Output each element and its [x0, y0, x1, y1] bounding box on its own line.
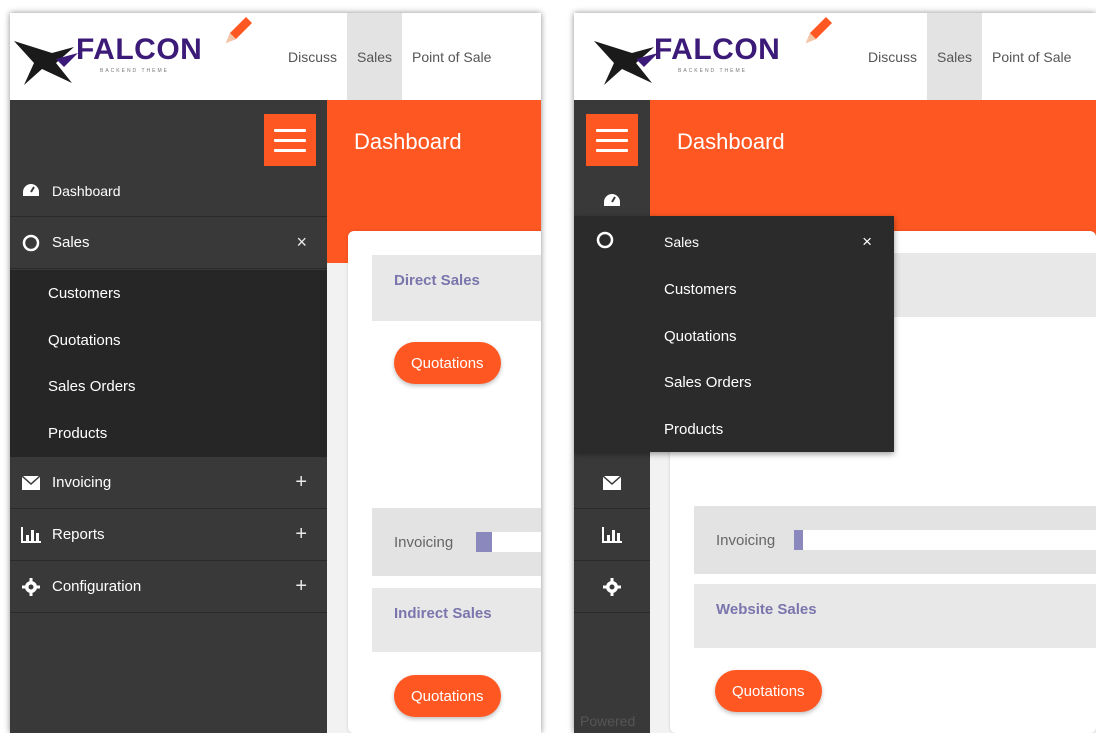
- logo-text: FALCON: [76, 33, 203, 66]
- submenu-item-products[interactable]: Products: [574, 406, 894, 453]
- circle-icon: [596, 231, 614, 253]
- submenu-item-quotations[interactable]: Quotations: [574, 313, 894, 360]
- bar-chart-icon: [601, 526, 623, 544]
- top-bar: FALCON BACKEND THEME Discuss Sales Point…: [10, 13, 541, 100]
- top-nav: Discuss Sales Point of Sale: [278, 13, 501, 100]
- dashboard-icon: [601, 192, 623, 210]
- flyout-title: Sales: [664, 233, 700, 250]
- pencil-icon: [226, 17, 252, 43]
- nav-discuss[interactable]: Discuss: [858, 13, 927, 100]
- nav-discuss[interactable]: Discuss: [278, 13, 347, 100]
- sidebar-item-sales[interactable]: Sales ×: [10, 217, 327, 269]
- hamburger-menu-button[interactable]: [586, 114, 638, 166]
- invoicing-footer: Invoicing: [372, 508, 541, 576]
- top-nav: Discuss Sales Point of Sale: [858, 13, 1081, 100]
- logo-tagline: BACKEND THEME: [678, 68, 747, 74]
- dashboard-card: Direct Sales Quotations Invoicing Indire…: [348, 231, 541, 733]
- top-bar: FALCON BACKEND THEME Discuss Sales Point…: [574, 13, 1096, 100]
- screenshot-panel-collapsed: FALCON BACKEND THEME Discuss Sales Point…: [574, 13, 1096, 733]
- sidebar-item-label: Invoicing: [52, 474, 112, 491]
- invoicing-label: Invoicing: [716, 532, 776, 549]
- invoicing-progress-bar: [794, 530, 1096, 550]
- envelope-icon: [20, 474, 42, 492]
- quotations-button[interactable]: Quotations: [394, 675, 501, 717]
- page-title: Dashboard: [677, 129, 785, 154]
- logo[interactable]: FALCON BACKEND THEME: [574, 13, 836, 100]
- bar-chart-icon: [20, 526, 42, 544]
- invoicing-progress-bar: [476, 532, 541, 552]
- sidebar: Dashboard Sales × Customers Quotations S…: [10, 100, 327, 733]
- logo[interactable]: FALCON BACKEND THEME: [10, 13, 272, 100]
- collapse-close-icon[interactable]: ×: [296, 232, 307, 253]
- gear-icon: [20, 577, 42, 596]
- expand-plus-icon[interactable]: +: [295, 575, 307, 598]
- dashboard-icon: [20, 182, 42, 200]
- powered-by-text: Powered: [580, 713, 636, 729]
- envelope-icon: [601, 474, 623, 492]
- circle-icon: [20, 234, 42, 252]
- nav-point-of-sale[interactable]: Point of Sale: [982, 13, 1081, 100]
- nav-sales[interactable]: Sales: [927, 13, 983, 100]
- sidebar-item-label: Dashboard: [52, 182, 121, 199]
- screenshot-panel-expanded: FALCON BACKEND THEME Discuss Sales Point…: [10, 13, 541, 733]
- submenu-item-customers[interactable]: Customers: [574, 266, 894, 313]
- close-icon[interactable]: ×: [862, 232, 872, 252]
- sidebar-item-label: Reports: [52, 526, 105, 543]
- quotations-button[interactable]: Quotations: [394, 342, 501, 384]
- falcon-logo-icon: [594, 41, 658, 85]
- sidebar-item-invoicing[interactable]: [574, 457, 650, 509]
- pencil-icon: [806, 17, 832, 43]
- section-title: Website Sales: [716, 601, 817, 618]
- submenu-item-products[interactable]: Products: [10, 410, 327, 457]
- expand-plus-icon[interactable]: +: [295, 471, 307, 494]
- nav-sales[interactable]: Sales: [347, 13, 403, 100]
- flyout-sales-header[interactable]: Sales ×: [574, 218, 894, 265]
- logo-tagline: BACKEND THEME: [100, 68, 169, 74]
- sidebar-item-label: Sales: [52, 234, 90, 251]
- section-title: Indirect Sales: [394, 605, 492, 622]
- sidebar-item-configuration[interactable]: [574, 561, 650, 613]
- website-sales-header: Website Sales: [694, 584, 1096, 648]
- submenu-item-customers[interactable]: Customers: [10, 270, 327, 317]
- logo-text: FALCON: [654, 33, 781, 66]
- nav-point-of-sale[interactable]: Point of Sale: [402, 13, 501, 100]
- indirect-sales-header: Indirect Sales: [372, 588, 541, 652]
- invoicing-footer: Invoicing: [694, 506, 1096, 574]
- submenu-item-sales-orders[interactable]: Sales Orders: [574, 359, 894, 406]
- invoicing-label: Invoicing: [394, 534, 454, 551]
- quotations-button[interactable]: Quotations: [715, 670, 822, 712]
- submenu-item-quotations[interactable]: Quotations: [10, 317, 327, 364]
- direct-sales-header: Direct Sales: [372, 255, 541, 321]
- sidebar-item-configuration[interactable]: Configuration +: [10, 561, 327, 613]
- sidebar-item-invoicing[interactable]: Invoicing +: [10, 457, 327, 509]
- gear-icon: [601, 577, 623, 596]
- expand-plus-icon[interactable]: +: [295, 523, 307, 546]
- section-title: Direct Sales: [394, 272, 480, 289]
- sidebar-item-reports[interactable]: Reports +: [10, 509, 327, 561]
- falcon-logo-icon: [14, 41, 78, 85]
- hamburger-menu-button[interactable]: [264, 114, 316, 166]
- sidebar-item-reports[interactable]: [574, 509, 650, 561]
- submenu-item-sales-orders[interactable]: Sales Orders: [10, 363, 327, 410]
- sales-flyout-menu: Sales × Customers Quotations Sales Order…: [574, 216, 894, 452]
- page-title: Dashboard: [354, 129, 462, 154]
- sidebar-item-dashboard[interactable]: Dashboard: [10, 165, 327, 217]
- sidebar-item-label: Configuration: [52, 578, 142, 595]
